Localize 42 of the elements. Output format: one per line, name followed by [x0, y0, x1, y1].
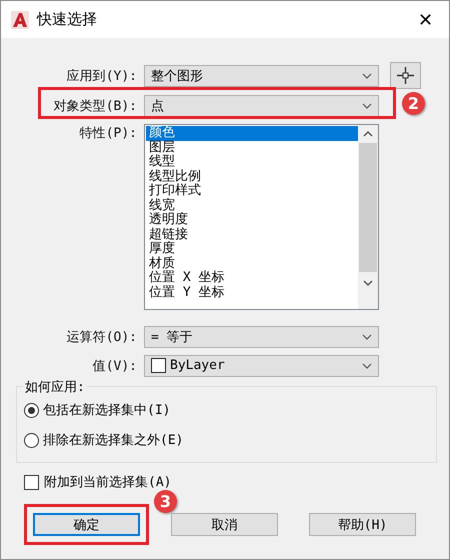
- field-label: 对象类型(B):: [52, 98, 138, 114]
- list-item[interactable]: 打印样式: [146, 184, 358, 198]
- field-label: 特性(P):: [78, 125, 138, 142]
- list-item[interactable]: 线宽: [146, 198, 358, 213]
- step-badge: 3: [154, 490, 177, 513]
- radio-option[interactable]: 排除在新选择集之外(E): [24, 431, 436, 449]
- list-item[interactable]: 透明度: [146, 213, 358, 228]
- dialog-button[interactable]: 帮助(H): [309, 513, 416, 536]
- list-item[interactable]: 颜色: [146, 126, 358, 140]
- dropdown[interactable]: 点: [144, 94, 379, 116]
- field-label: 运算符(O):: [66, 328, 138, 346]
- field-label: 值(V):: [92, 358, 138, 374]
- window-title: 快速选择: [37, 10, 98, 29]
- close-button[interactable]: ✕: [412, 8, 439, 30]
- list-item[interactable]: 图层: [146, 140, 358, 155]
- chevron-icon: [362, 102, 372, 108]
- radio-option[interactable]: 包括在新选择集中(I): [24, 401, 436, 419]
- dialog-button[interactable]: 确定: [33, 513, 140, 536]
- color-swatch-icon: [151, 358, 166, 373]
- list-item[interactable]: 线型: [146, 155, 358, 170]
- chevron-icon: [362, 72, 372, 78]
- dropdown[interactable]: 整个图形: [144, 64, 379, 86]
- dialog-button[interactable]: 取消: [171, 513, 278, 536]
- list-item[interactable]: 位置 X 坐标: [146, 271, 358, 286]
- app-logo-icon: [11, 10, 29, 28]
- crosshair-icon: [397, 67, 414, 84]
- dropdown[interactable]: ByLayer: [144, 354, 379, 376]
- dropdown[interactable]: = 等于: [144, 326, 379, 348]
- checkbox[interactable]: [24, 474, 39, 490]
- list-item[interactable]: 线型比例: [146, 170, 358, 184]
- scrollbar[interactable]: [358, 125, 378, 309]
- checkbox-label: 附加到当前选择集(A): [44, 474, 172, 491]
- list-item[interactable]: 材质: [146, 256, 358, 271]
- list-item[interactable]: 厚度: [146, 242, 358, 256]
- group-title: 如何应用:: [23, 378, 87, 396]
- field-label: 应用到(Y):: [66, 68, 138, 84]
- list-item[interactable]: 超链接: [146, 228, 358, 242]
- list-item[interactable]: 位置 Y 坐标: [146, 286, 358, 300]
- chevron-icon: [362, 362, 372, 368]
- step-badge: 2: [402, 92, 425, 115]
- pick-objects-button[interactable]: [390, 62, 421, 89]
- chevron-icon: [362, 334, 372, 340]
